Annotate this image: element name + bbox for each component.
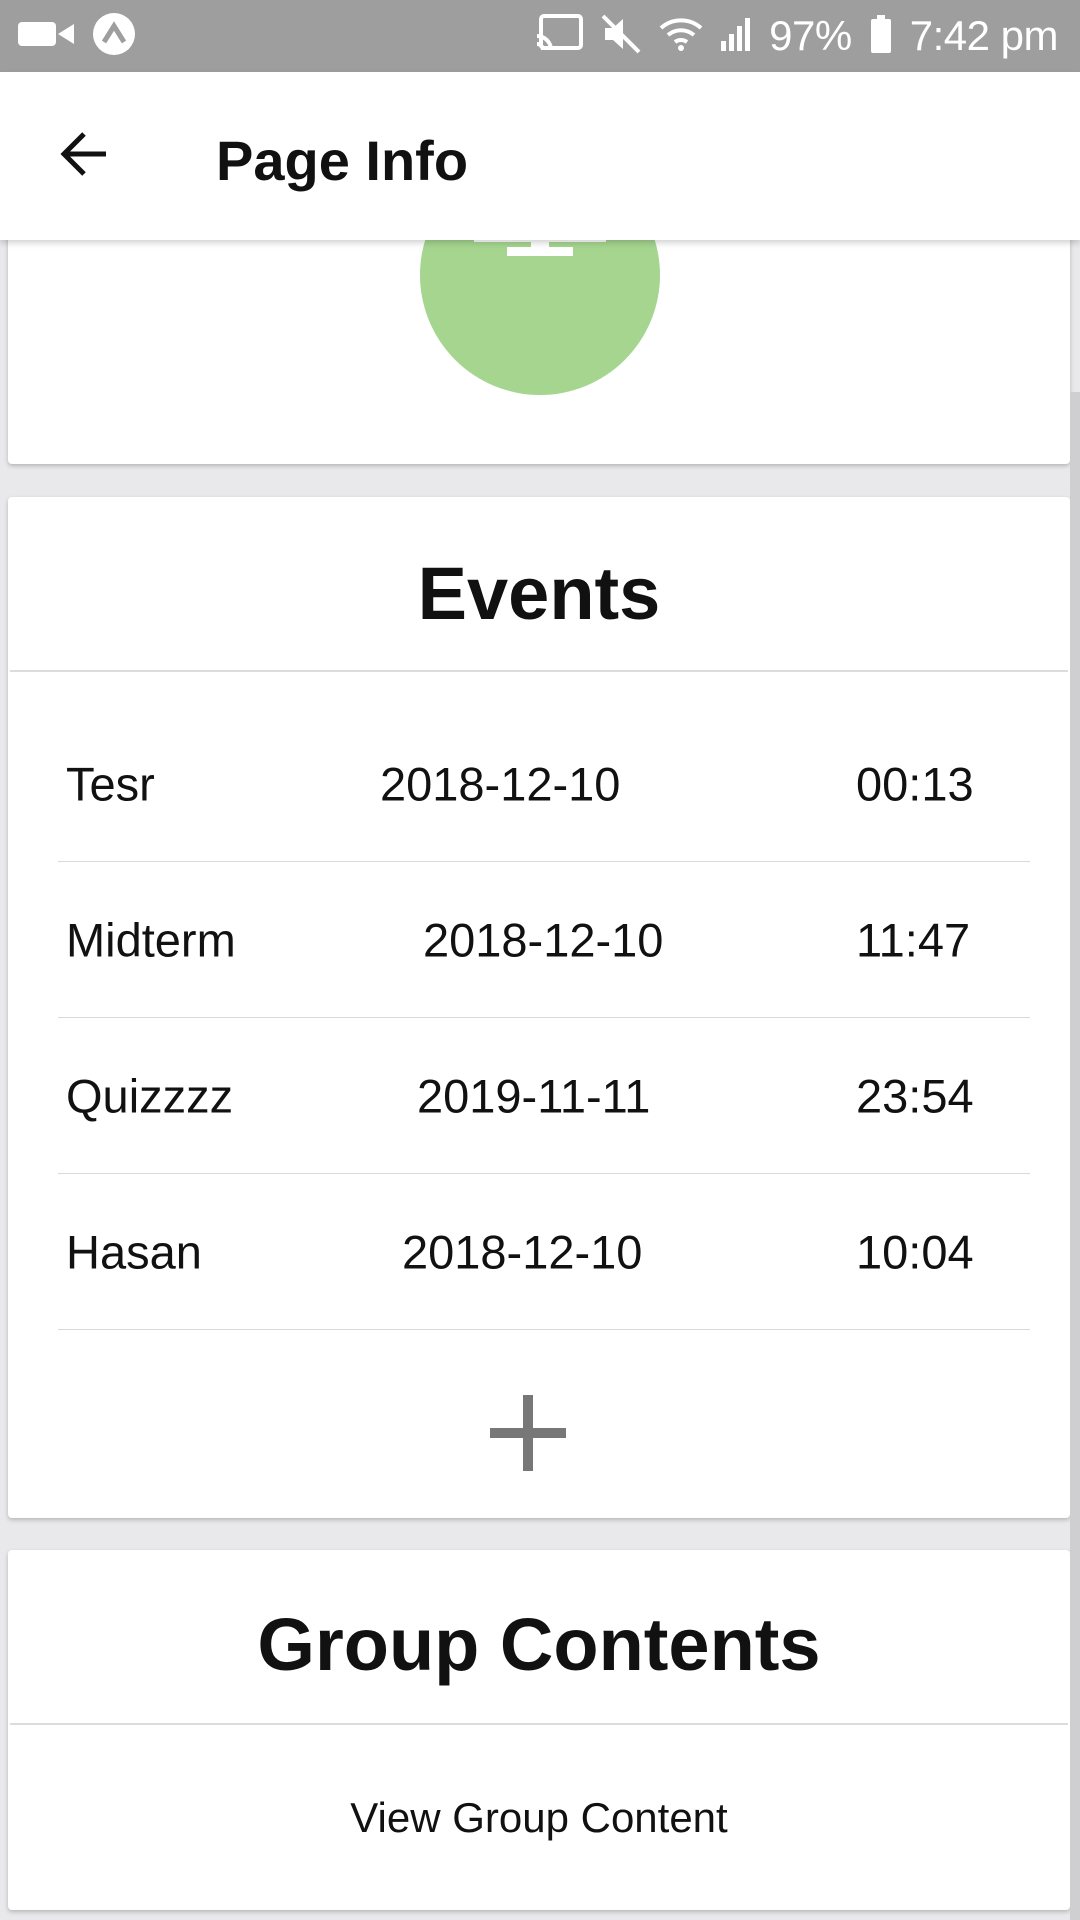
- page-title: Page Info: [216, 129, 469, 192]
- battery-percent: 97%: [769, 12, 852, 59]
- view-group-content-link[interactable]: View Group Content: [8, 1794, 1070, 1842]
- app-notification-icon: [92, 12, 136, 61]
- cast-icon: [535, 13, 584, 59]
- clock: 7:42 pm: [909, 12, 1059, 59]
- wifi-icon: [659, 16, 703, 57]
- event-time: 00:13: [856, 757, 974, 810]
- event-time: 11:47: [856, 913, 971, 966]
- event-date: 2018-12-10: [423, 913, 664, 966]
- event-name: Tesr: [66, 757, 155, 810]
- battery-icon: [870, 14, 892, 58]
- signal-icon: [721, 17, 751, 56]
- arrow-left-icon: [58, 128, 110, 185]
- back-button[interactable]: [44, 116, 124, 196]
- event-row[interactable]: Midterm 2018-12-10 11:47: [58, 862, 1030, 1018]
- event-name: Quizzzz: [66, 1069, 234, 1122]
- group-contents-card: Group Contents View Group Content: [8, 1550, 1070, 1910]
- event-row[interactable]: Tesr 2018-12-10 00:13: [58, 706, 1030, 862]
- event-name: Midterm: [66, 913, 236, 966]
- events-card: Events Tesr 2018-12-10 00:13 Midterm 201…: [8, 497, 1070, 1518]
- group-title-divider: [10, 1723, 1068, 1725]
- event-name: Hasan: [66, 1225, 202, 1278]
- event-date: 2018-12-10: [380, 757, 621, 810]
- add-event-button[interactable]: [478, 1385, 578, 1485]
- events-title: Events: [417, 552, 661, 635]
- video-camera-icon: [18, 19, 74, 54]
- group-contents-title: Group Contents: [257, 1603, 821, 1686]
- events-title-divider: [10, 670, 1068, 672]
- plus-icon: [488, 1393, 568, 1478]
- scrollbar[interactable]: [1070, 392, 1080, 1920]
- event-date: 2018-12-10: [402, 1225, 643, 1278]
- status-bar: 97% 7:42 pm: [0, 0, 1080, 72]
- event-row[interactable]: Quizzzz 2019-11-11 23:54: [58, 1018, 1030, 1174]
- event-time: 23:54: [856, 1069, 974, 1122]
- app-bar: Page Info: [0, 72, 1080, 240]
- event-date: 2019-11-11: [417, 1069, 651, 1122]
- event-time: 10:04: [856, 1225, 974, 1278]
- event-row[interactable]: Hasan 2018-12-10 10:04: [58, 1174, 1030, 1330]
- mute-icon: [601, 14, 641, 59]
